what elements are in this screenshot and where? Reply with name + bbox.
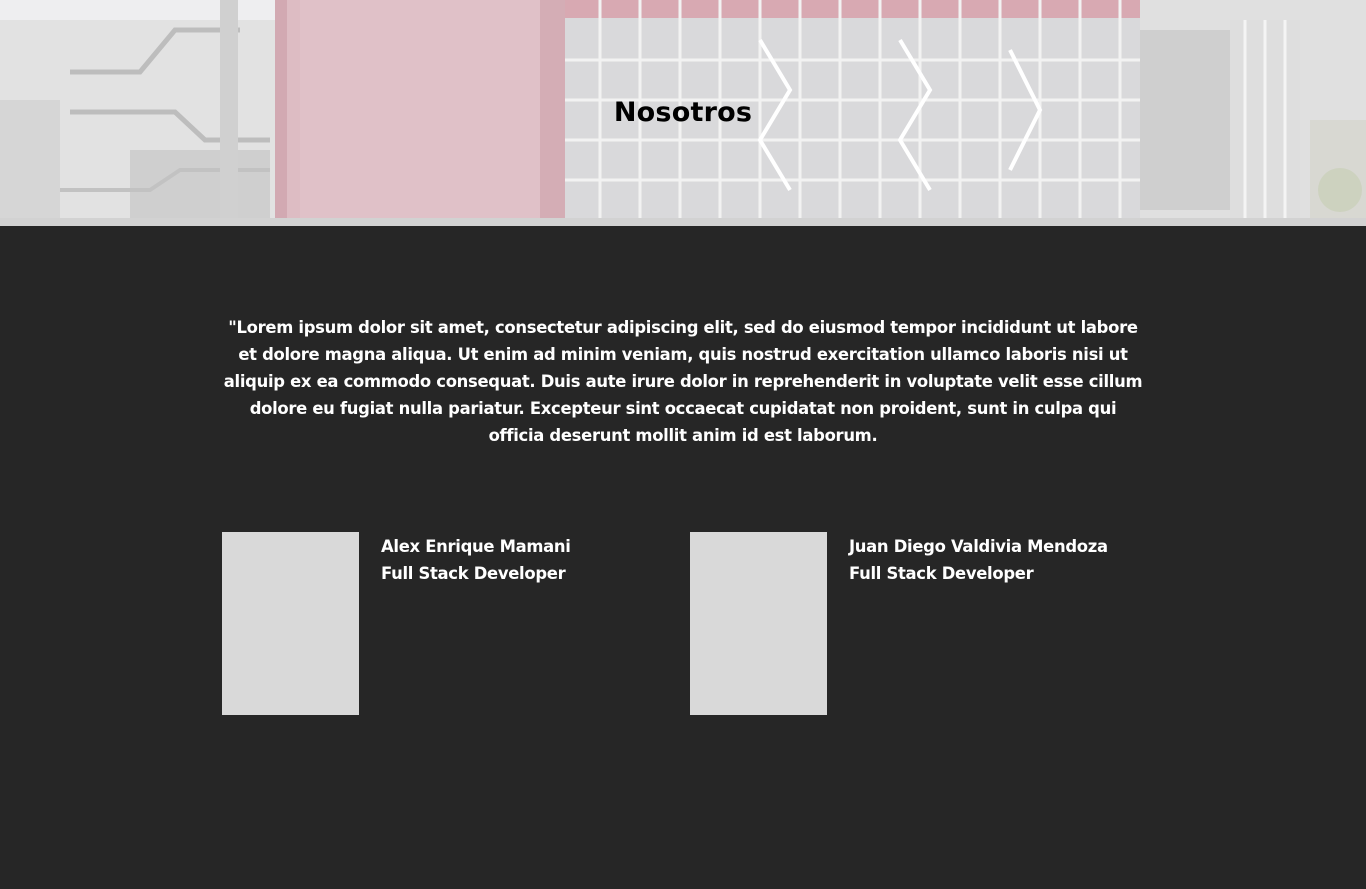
member-role: Full Stack Developer — [849, 564, 1034, 583]
member-photo-placeholder — [222, 532, 359, 715]
member-photo-placeholder — [690, 532, 827, 715]
about-section: "Lorem ipsum dolor sit amet, consectetur… — [0, 226, 1366, 889]
member-info: Juan Diego Valdivia Mendoza Full Stack D… — [849, 532, 1108, 587]
member-info: Alex Enrique Mamani Full Stack Developer — [381, 532, 571, 587]
team-list: Alex Enrique Mamani Full Stack Developer… — [222, 532, 1144, 715]
team-member-card: Juan Diego Valdivia Mendoza Full Stack D… — [690, 532, 1144, 715]
team-member-card: Alex Enrique Mamani Full Stack Developer — [222, 532, 662, 715]
about-paragraph: "Lorem ipsum dolor sit amet, consectetur… — [223, 318, 1143, 445]
member-name: Alex Enrique Mamani — [381, 537, 571, 556]
member-name: Juan Diego Valdivia Mendoza — [849, 537, 1108, 556]
hero-banner: Nosotros — [0, 0, 1366, 226]
member-role: Full Stack Developer — [381, 564, 566, 583]
page-title: Nosotros — [613, 97, 753, 128]
